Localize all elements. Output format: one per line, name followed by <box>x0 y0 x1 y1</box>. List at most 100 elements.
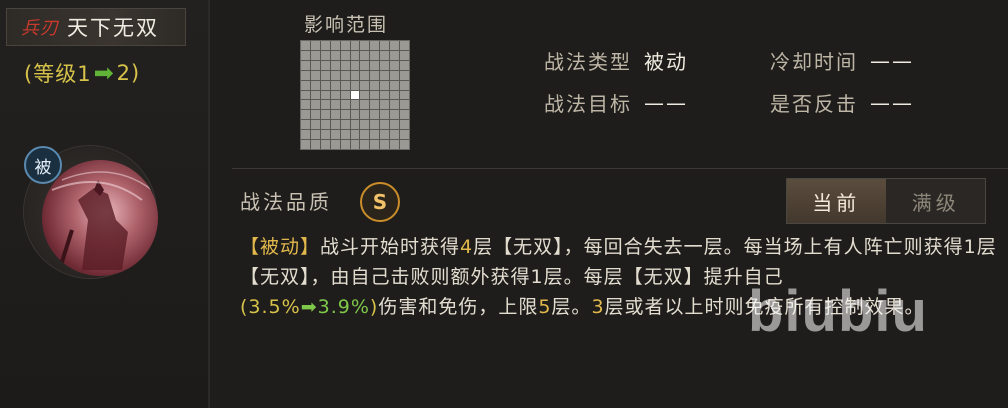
range-cell <box>340 100 350 110</box>
range-cell <box>320 50 330 60</box>
range-cell <box>340 120 350 130</box>
range-cell <box>340 130 350 140</box>
counterattack-row: 是否反击 —— <box>770 88 914 117</box>
range-cell <box>320 80 330 90</box>
range-cell <box>350 41 360 50</box>
range-cell <box>400 80 409 90</box>
range-cell <box>340 90 350 100</box>
range-cell <box>330 70 340 80</box>
description-percent-new: 3.9% <box>317 296 370 318</box>
range-cell-active <box>350 90 360 100</box>
range-cell <box>390 60 400 70</box>
range-cell <box>360 80 370 90</box>
range-cell <box>320 140 330 149</box>
range-cell <box>301 120 310 130</box>
range-cell <box>380 50 390 60</box>
range-cell <box>310 70 320 80</box>
range-cell <box>301 70 310 80</box>
range-cell <box>390 90 400 100</box>
range-cell <box>390 140 400 149</box>
range-cell <box>330 90 340 100</box>
range-cell <box>390 80 400 90</box>
quality-grade-badge: S <box>360 182 400 222</box>
range-cell <box>380 130 390 140</box>
range-cell <box>310 140 320 149</box>
range-cell <box>370 60 380 70</box>
range-cell <box>400 100 409 110</box>
range-cell <box>360 50 370 60</box>
range-cell <box>320 90 330 100</box>
range-cell <box>310 60 320 70</box>
range-cell <box>360 140 370 149</box>
quality-label: 战法品质 <box>240 190 332 214</box>
range-cell <box>330 100 340 110</box>
range-cell <box>310 50 320 60</box>
tab-current-level[interactable]: 当前 <box>787 179 887 223</box>
range-cell <box>320 70 330 80</box>
description-tag: 【被动】 <box>240 236 321 258</box>
range-cell <box>360 120 370 130</box>
range-cell <box>390 50 400 60</box>
counterattack-label: 是否反击 <box>770 92 858 116</box>
range-cell <box>330 130 340 140</box>
range-cell <box>350 70 360 80</box>
counterattack-value: —— <box>870 90 914 115</box>
range-cell <box>400 90 409 100</box>
range-cell <box>330 41 340 50</box>
range-cell <box>380 70 390 80</box>
range-cell <box>390 70 400 80</box>
range-cell <box>380 140 390 149</box>
range-cell <box>310 110 320 120</box>
description-part-1: 战斗开始时获得 <box>320 236 461 258</box>
range-cell <box>301 110 310 120</box>
range-cell <box>310 41 320 50</box>
range-cell <box>360 60 370 70</box>
range-cell <box>360 90 370 100</box>
range-cell <box>370 140 380 149</box>
passive-badge: 被 <box>24 146 62 184</box>
range-cell <box>390 100 400 110</box>
range-cell <box>301 100 310 110</box>
cooldown-value: —— <box>870 48 914 73</box>
range-cell <box>360 110 370 120</box>
range-cell <box>380 100 390 110</box>
range-cell <box>400 70 409 80</box>
range-cell <box>380 120 390 130</box>
range-cell <box>370 110 380 120</box>
range-grid <box>300 40 410 150</box>
range-cell <box>310 120 320 130</box>
range-cell <box>370 50 380 60</box>
range-cell <box>370 80 380 90</box>
section-divider <box>232 168 1008 169</box>
range-cell <box>320 110 330 120</box>
skill-type-row: 战法类型 被动 <box>544 46 688 75</box>
tab-max-level[interactable]: 满级 <box>887 179 986 223</box>
range-cell <box>310 130 320 140</box>
target-value: —— <box>644 90 688 115</box>
range-cell <box>350 120 360 130</box>
range-cell <box>330 50 340 60</box>
watermark-logo: biubiu <box>748 279 928 344</box>
range-cell <box>350 60 360 70</box>
range-cell <box>301 80 310 90</box>
range-cell <box>400 130 409 140</box>
range-cell <box>340 80 350 90</box>
range-cell <box>340 50 350 60</box>
range-cell <box>310 80 320 90</box>
range-cell <box>400 60 409 70</box>
weapon-type-tag: 兵刃 <box>21 18 59 39</box>
description-number-3: 3 <box>591 296 605 318</box>
range-cell <box>380 110 390 120</box>
description-part-3: 伤害和免伤，上限 <box>378 296 539 318</box>
description-percent-open: (3.5% <box>240 296 301 318</box>
range-cell <box>340 60 350 70</box>
range-cell <box>370 41 380 50</box>
range-cell <box>380 90 390 100</box>
range-cell <box>400 140 409 149</box>
range-cell <box>400 50 409 60</box>
range-cell <box>320 120 330 130</box>
range-cell <box>310 90 320 100</box>
skill-icon-frame[interactable]: 被 <box>18 140 168 280</box>
range-cell <box>370 70 380 80</box>
range-cell <box>320 100 330 110</box>
